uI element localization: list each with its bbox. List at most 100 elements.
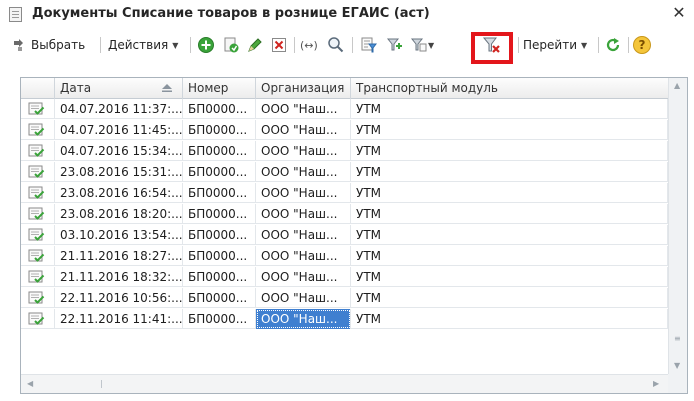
cell-number[interactable]: БП0000...: [183, 204, 256, 224]
posted-document-icon: [28, 291, 45, 305]
column-header-number[interactable]: Номер: [183, 78, 256, 99]
cell-transport-module[interactable]: УТМ: [351, 183, 668, 203]
hierarchy-icon[interactable]: (↔): [300, 34, 318, 56]
cell-date[interactable]: 23.08.2016 16:54:...: [55, 183, 183, 203]
cell-date[interactable]: 22.11.2016 10:56:...: [55, 288, 183, 308]
table-row[interactable]: 04.07.2016 11:37:... БП0000... ООО "Наш...…: [21, 99, 668, 119]
actions-menu-button[interactable]: Действия ▼: [108, 34, 178, 56]
window-title: Документы Списание товаров в рознице ЕГА…: [32, 6, 430, 21]
cell-date[interactable]: 04.07.2016 11:45:...: [55, 120, 183, 140]
cell-number[interactable]: БП0000...: [183, 162, 256, 182]
cell-number[interactable]: БП0000...: [183, 141, 256, 161]
table-row[interactable]: 22.11.2016 10:56:... БП0000... ООО "Наш...…: [21, 288, 668, 308]
cell-date[interactable]: 21.11.2016 18:27:...: [55, 246, 183, 266]
scroll-thumb-grip-icon[interactable]: ≡: [674, 334, 681, 343]
cell-transport-module[interactable]: УТМ: [351, 141, 668, 161]
cell-date[interactable]: 23.08.2016 15:31:...: [55, 162, 183, 182]
cell-transport-module[interactable]: УТМ: [351, 120, 668, 140]
cell-transport-module[interactable]: УТМ: [351, 267, 668, 287]
select-icon: [12, 37, 28, 53]
toolbar-separator: [352, 37, 353, 53]
posted-document-icon: [28, 228, 45, 242]
cell-number[interactable]: БП0000...: [183, 225, 256, 245]
help-icon[interactable]: ?: [633, 36, 651, 54]
table-row[interactable]: 23.08.2016 16:54:... БП0000... ООО "Наш...…: [21, 183, 668, 203]
cell-transport-module[interactable]: УТМ: [351, 288, 668, 308]
cell-organization[interactable]: ООО "Наш...: [256, 204, 351, 224]
refresh-icon[interactable]: [604, 36, 622, 54]
column-header-date[interactable]: Дата: [55, 78, 183, 99]
scroll-right-icon[interactable]: ▶: [653, 379, 659, 388]
table-row[interactable]: 03.10.2016 13:54:... БП0000... ООО "Наш...…: [21, 225, 668, 245]
close-button[interactable]: ✕: [670, 4, 688, 22]
cell-date[interactable]: 21.11.2016 18:32:...: [55, 267, 183, 287]
table-row[interactable]: 21.11.2016 18:27:... БП0000... ООО "Наш...…: [21, 246, 668, 266]
cell-transport-module[interactable]: УТМ: [351, 225, 668, 245]
column-header-transport-module[interactable]: Транспортный модуль: [351, 78, 668, 99]
posted-document-icon: [28, 186, 45, 200]
cell-number[interactable]: БП0000...: [183, 183, 256, 203]
documents-table: Дата Номер Организация Транспортный моду…: [20, 77, 688, 394]
toolbar-separator: [518, 37, 519, 53]
cell-organization[interactable]: ООО "Наш...: [256, 120, 351, 140]
row-icon-cell: [21, 141, 55, 161]
cell-organization[interactable]: ООО "Наш...: [256, 162, 351, 182]
cell-organization[interactable]: ООО "Наш...: [256, 99, 351, 119]
cell-date[interactable]: 23.08.2016 18:20:...: [55, 204, 183, 224]
filter-selection-icon[interactable]: [360, 36, 378, 54]
cell-organization[interactable]: ООО "Наш...: [256, 225, 351, 245]
cell-transport-module[interactable]: УТМ: [351, 99, 668, 119]
cell-organization[interactable]: ООО "Наш...: [256, 309, 351, 329]
table-row[interactable]: 21.11.2016 18:32:... БП0000... ООО "Наш...…: [21, 267, 668, 287]
table-row[interactable]: 22.11.2016 11:41:... БП0000... ООО "Наш...…: [21, 309, 668, 329]
column-header-date-label: Дата: [60, 81, 92, 95]
column-header-organization[interactable]: Организация: [256, 78, 351, 99]
cell-number[interactable]: БП0000...: [183, 246, 256, 266]
row-icon-cell: [21, 309, 55, 329]
table-row[interactable]: 23.08.2016 15:31:... БП0000... ООО "Наш...…: [21, 162, 668, 182]
cell-transport-module[interactable]: УТМ: [351, 246, 668, 266]
scroll-down-icon[interactable]: ▼: [674, 361, 680, 370]
horizontal-scrollbar[interactable]: ◀ ▶: [21, 374, 668, 393]
sort-ascending-icon: [162, 84, 172, 92]
filter-by-value-icon[interactable]: [386, 36, 404, 54]
scroll-thumb-grip-icon[interactable]: [101, 380, 104, 388]
cell-organization[interactable]: ООО "Наш...: [256, 288, 351, 308]
filter-history-icon[interactable]: [410, 36, 428, 54]
cell-number[interactable]: БП0000...: [183, 99, 256, 119]
cell-number[interactable]: БП0000...: [183, 288, 256, 308]
cell-date[interactable]: 04.07.2016 11:37:...: [55, 99, 183, 119]
add-icon[interactable]: [197, 36, 215, 54]
scroll-up-icon[interactable]: ▲: [674, 81, 680, 90]
cell-organization[interactable]: ООО "Наш...: [256, 183, 351, 203]
cell-date[interactable]: 03.10.2016 13:54:...: [55, 225, 183, 245]
cell-number[interactable]: БП0000...: [183, 120, 256, 140]
cell-organization[interactable]: ООО "Наш...: [256, 141, 351, 161]
table-row[interactable]: 23.08.2016 18:20:... БП0000... ООО "Наш...…: [21, 204, 668, 224]
vertical-scrollbar[interactable]: ▲ ≡ ▼: [668, 78, 687, 374]
toolbar-separator: [598, 37, 599, 53]
scroll-left-icon[interactable]: ◀: [27, 379, 33, 388]
cell-transport-module[interactable]: УТМ: [351, 162, 668, 182]
cell-organization[interactable]: ООО "Наш...: [256, 267, 351, 287]
select-button[interactable]: Выбрать: [12, 34, 85, 56]
search-icon[interactable]: [327, 36, 345, 54]
title-bar: Документы Списание товаров в рознице ЕГА…: [0, 0, 694, 28]
delete-icon[interactable]: [270, 36, 288, 54]
posted-document-icon: [28, 270, 45, 284]
copy-icon[interactable]: [222, 36, 240, 54]
cell-transport-module[interactable]: УТМ: [351, 309, 668, 329]
navigate-menu-button[interactable]: Перейти ▼: [523, 34, 587, 56]
posted-document-icon: [28, 249, 45, 263]
edit-icon[interactable]: [246, 36, 264, 54]
cell-organization[interactable]: ООО "Наш...: [256, 246, 351, 266]
table-row[interactable]: 04.07.2016 11:45:... БП0000... ООО "Наш...…: [21, 120, 668, 140]
table-row[interactable]: 04.07.2016 15:34:... БП0000... ООО "Наш...…: [21, 141, 668, 161]
cell-date[interactable]: 22.11.2016 11:41:...: [55, 309, 183, 329]
cell-date[interactable]: 04.07.2016 15:34:...: [55, 141, 183, 161]
filter-history-dropdown[interactable]: ▼: [428, 34, 434, 56]
cell-number[interactable]: БП0000...: [183, 309, 256, 329]
posted-document-icon: [28, 312, 45, 326]
cell-transport-module[interactable]: УТМ: [351, 204, 668, 224]
cell-number[interactable]: БП0000...: [183, 267, 256, 287]
